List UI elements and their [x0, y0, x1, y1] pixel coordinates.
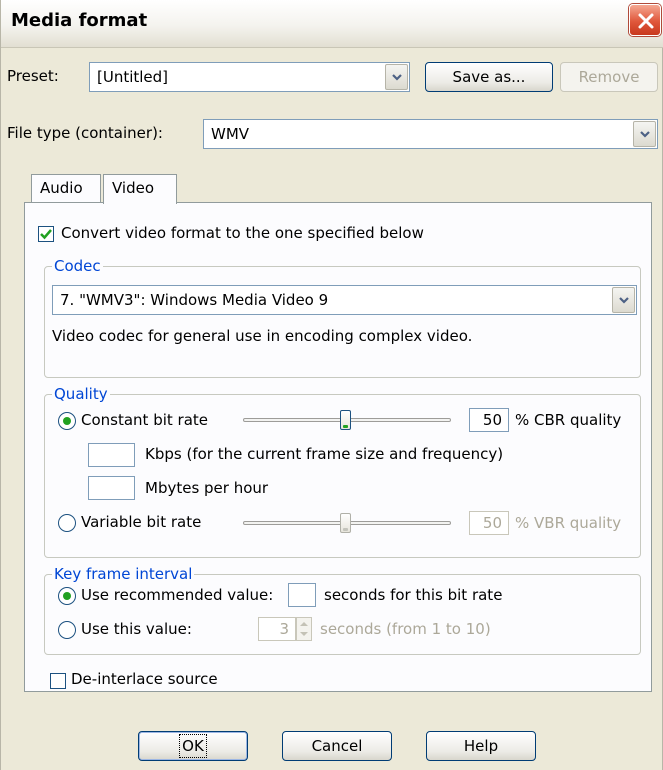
variable-bit-rate-label: Variable bit rate [81, 513, 202, 531]
radio-dot [63, 417, 71, 425]
remove-button[interactable]: Remove [560, 62, 658, 92]
chevron-down-icon [640, 131, 650, 138]
constant-bit-rate-label: Constant bit rate [81, 411, 209, 429]
codec-legend: Codec [52, 257, 103, 275]
cbr-quality-slider-thumb[interactable] [340, 410, 351, 430]
help-button[interactable]: Help [426, 731, 536, 761]
codec-description: Video codec for general use in encoding … [52, 327, 473, 345]
use-recommended-radio[interactable] [58, 587, 76, 605]
this-value-spin-buttons[interactable] [296, 617, 312, 641]
preset-dropdown-arrow[interactable] [385, 64, 408, 90]
cbr-quality-field[interactable]: 50 [469, 408, 509, 432]
cbr-quality-unit: % CBR quality [515, 411, 622, 429]
recommended-seconds-field[interactable] [288, 583, 316, 607]
save-as-button[interactable]: Save as... [425, 62, 553, 92]
use-this-value-radio[interactable] [58, 621, 76, 639]
use-this-value-label: Use this value: [81, 620, 192, 638]
codec-value: 7. "WMV3": Windows Media Video 9 [60, 291, 329, 309]
keyframe-legend: Key frame interval [52, 565, 195, 583]
checkmark-icon [40, 229, 52, 240]
file-type-label: File type (container): [7, 124, 163, 142]
mbytes-field[interactable] [88, 476, 135, 500]
constant-bit-rate-radio[interactable] [58, 412, 76, 430]
quality-legend: Quality [52, 385, 110, 403]
codec-dropdown-arrow[interactable] [612, 287, 635, 313]
ok-button-label: OK [179, 734, 207, 758]
dialog-title: Media format [11, 10, 148, 31]
title-bar: Media format [1, 0, 663, 48]
tab-audio[interactable]: Audio [31, 174, 101, 203]
close-button[interactable] [629, 4, 661, 36]
radio-dot [63, 592, 71, 600]
chevron-down-icon [619, 297, 629, 304]
preset-combobox[interactable]: [Untitled] [89, 62, 410, 92]
spin-arrows-icon [300, 622, 308, 636]
tab-video[interactable]: Video [103, 174, 177, 204]
kbps-label: Kbps (for the current frame size and fre… [145, 445, 504, 463]
codec-combobox[interactable]: 7. "WMV3": Windows Media Video 9 [52, 285, 637, 315]
media-format-dialog: Media format Preset: [Untitled] Save as.… [0, 0, 663, 770]
convert-video-checkbox[interactable] [38, 226, 54, 242]
chevron-down-icon [392, 74, 402, 81]
vbr-quality-unit: % VBR quality [515, 514, 622, 532]
vbr-quality-field[interactable]: 50 [469, 511, 509, 535]
file-type-dropdown-arrow[interactable] [633, 121, 656, 147]
preset-value: [Untitled] [97, 68, 169, 86]
deinterlace-checkbox[interactable] [50, 673, 66, 689]
codec-group [44, 266, 641, 378]
video-tab-panel: Convert video format to the one specifie… [24, 202, 652, 692]
use-recommended-label: Use recommended value: [81, 586, 274, 604]
recommended-seconds-suffix: seconds for this bit rate [324, 586, 503, 604]
this-value-suffix: seconds (from 1 to 10) [320, 620, 491, 638]
variable-bit-rate-radio[interactable] [58, 514, 76, 532]
mbytes-label: Mbytes per hour [145, 479, 269, 497]
convert-video-label: Convert video format to the one specifie… [61, 224, 424, 242]
kbps-field[interactable] [88, 443, 135, 467]
close-icon [638, 13, 654, 29]
cancel-button[interactable]: Cancel [282, 731, 392, 761]
vbr-quality-slider-thumb[interactable] [340, 513, 351, 533]
this-value-spin-field[interactable]: 3 [258, 617, 296, 641]
preset-label: Preset: [7, 67, 59, 85]
deinterlace-label: De-interlace source [71, 670, 218, 688]
file-type-value: WMV [211, 125, 250, 143]
ok-button[interactable]: OK [138, 731, 248, 761]
file-type-combobox[interactable]: WMV [203, 119, 658, 149]
